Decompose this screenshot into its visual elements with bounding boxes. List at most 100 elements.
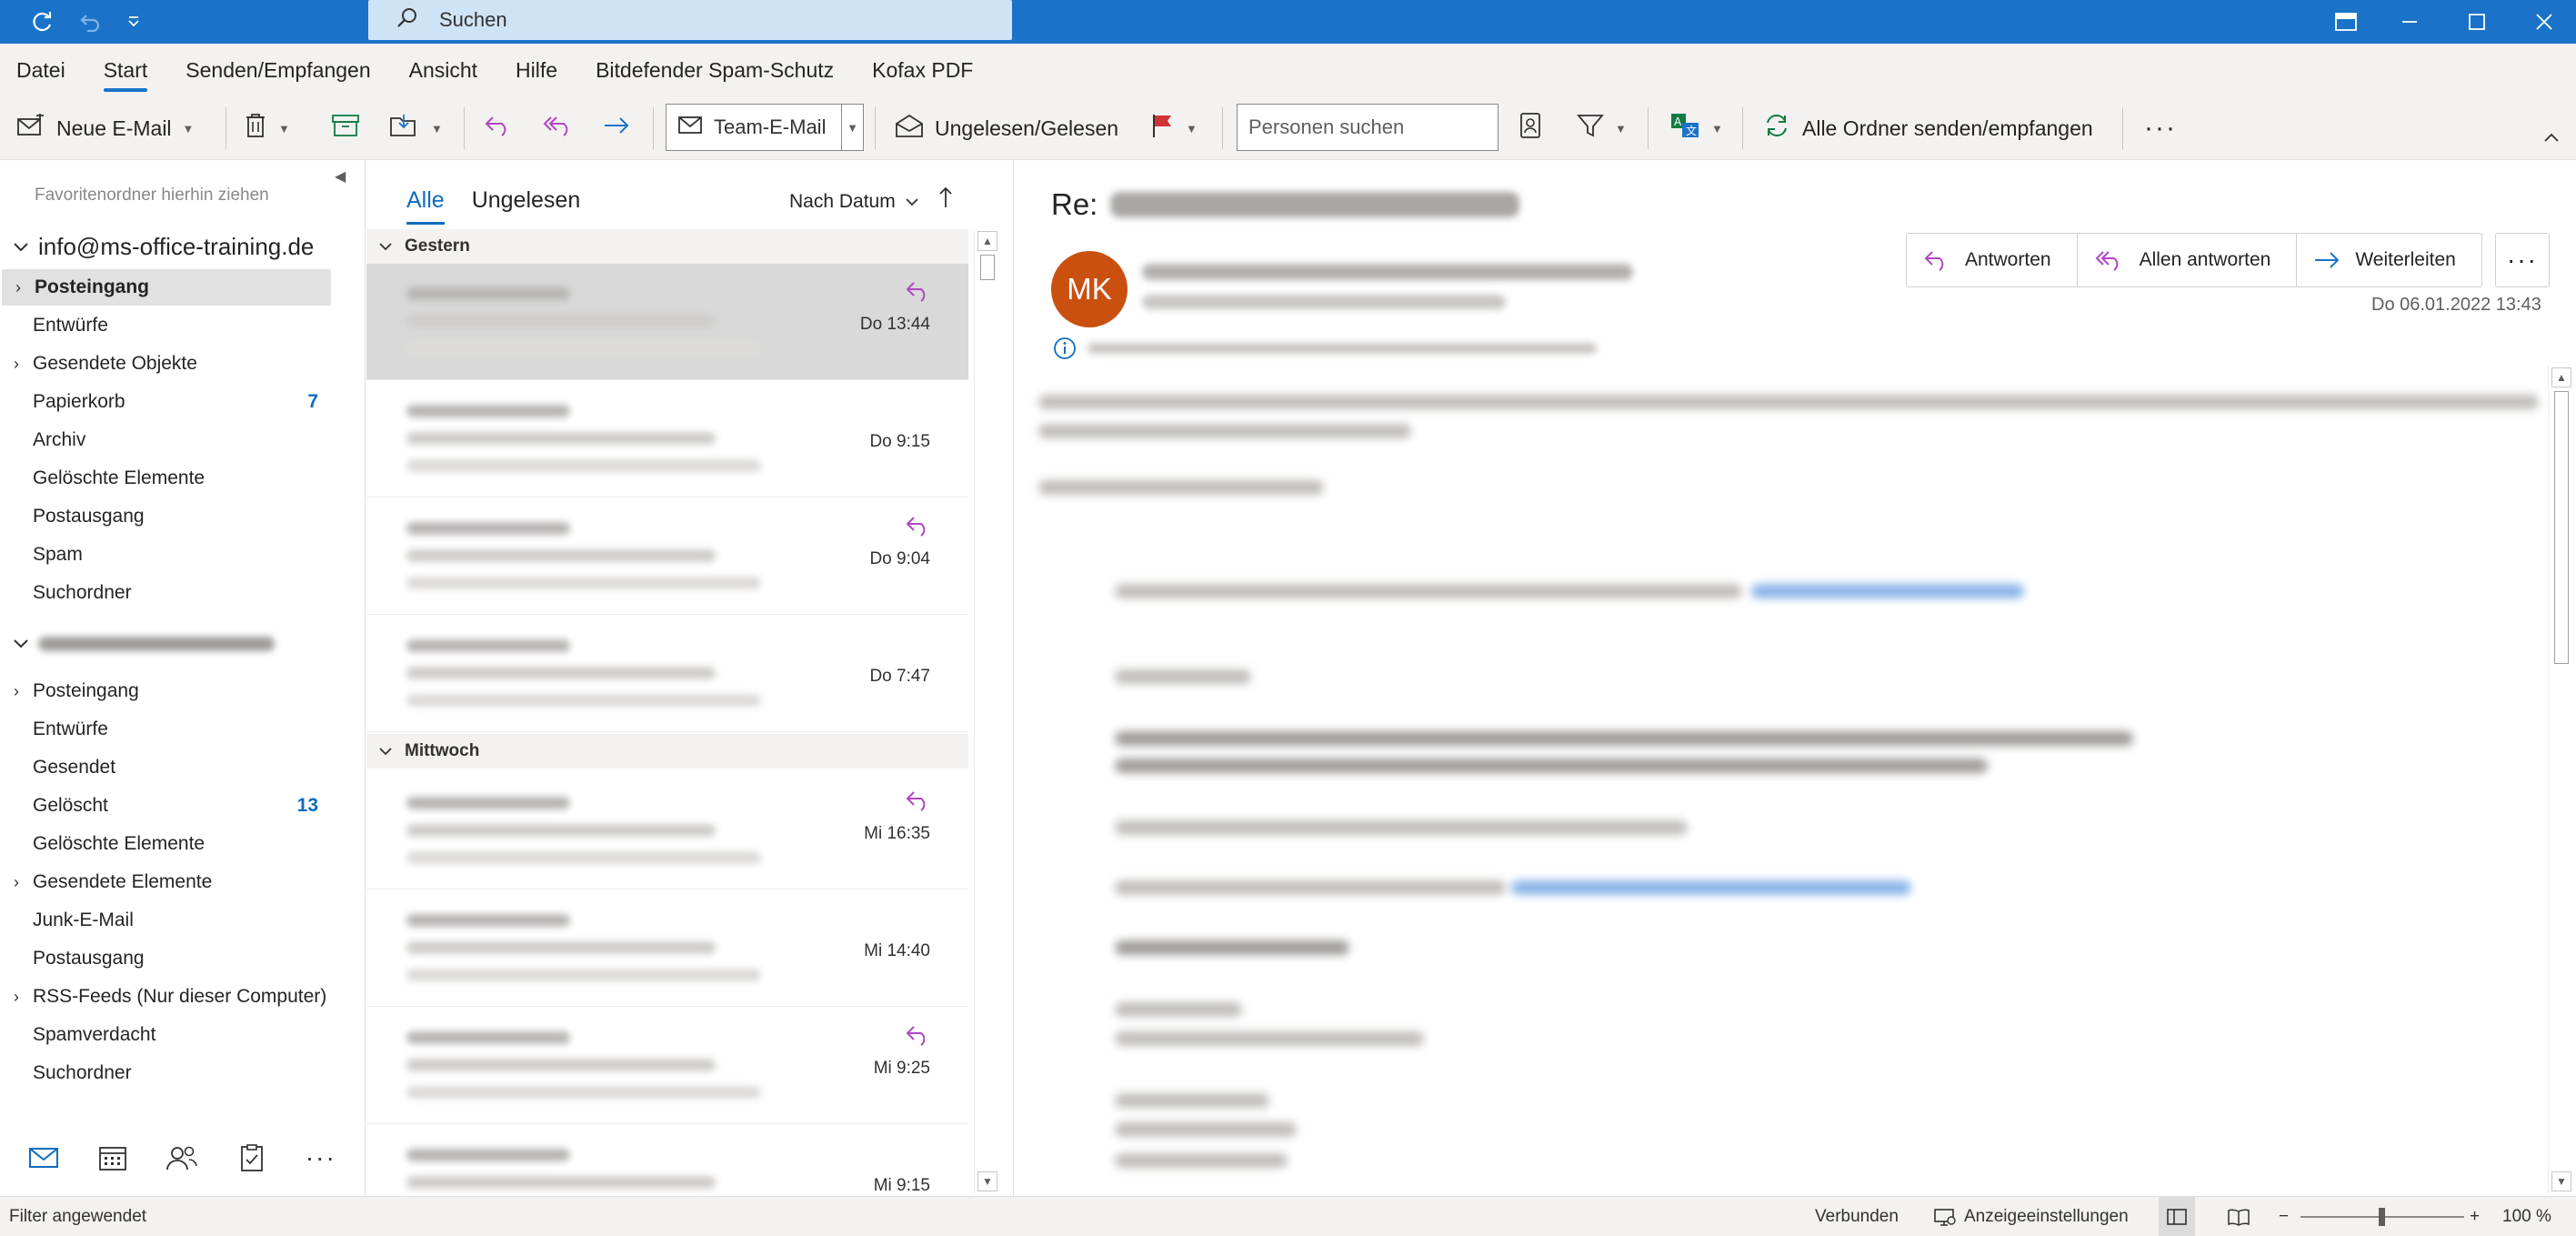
forward-button[interactable]: [602, 104, 631, 153]
message-row[interactable]: Mi 9:25: [366, 1008, 968, 1124]
translate-button[interactable]: A文 ▼: [1669, 104, 1723, 153]
forward-action-button[interactable]: Weiterleiten: [2297, 234, 2481, 286]
maximize-icon[interactable]: [2459, 0, 2495, 44]
close-icon[interactable]: [2526, 0, 2562, 44]
flag-button[interactable]: ▼: [1149, 104, 1198, 153]
avatar[interactable]: MK: [1051, 251, 1128, 327]
send-receive-all-button[interactable]: Alle Ordner senden/empfangen: [1762, 104, 2093, 153]
more-actions-button[interactable]: ···: [2495, 233, 2550, 287]
sync-icon[interactable]: [24, 0, 60, 44]
message-list-scrollbar[interactable]: ▲ ▼: [974, 229, 1001, 1193]
reply-all-action-button[interactable]: Allen antworten: [2078, 234, 2298, 286]
message-row[interactable]: Do 9:15: [366, 381, 968, 497]
sort-direction-icon[interactable]: [937, 186, 954, 216]
scroll-up-icon[interactable]: ▲: [2551, 367, 2571, 387]
quick-steps-dropdown-icon[interactable]: ▼: [841, 105, 863, 150]
scroll-down-icon[interactable]: ▼: [977, 1171, 997, 1191]
reading-view-button[interactable]: [2220, 1197, 2257, 1236]
quick-steps-box[interactable]: Team-E-Mail ▼: [666, 104, 864, 151]
message-row[interactable]: Mi 14:40: [366, 890, 968, 1007]
chevron-right-icon[interactable]: ›: [0, 682, 33, 701]
tasks-icon[interactable]: [225, 1130, 279, 1185]
display-settings-button[interactable]: Anzeigeeinstellungen: [1933, 1197, 2129, 1236]
ribbon-display-options-icon[interactable]: [2328, 0, 2364, 44]
chevron-right-icon[interactable]: ›: [2, 278, 35, 297]
folder-item[interactable]: Junk-E-Mail: [0, 902, 331, 939]
message-row[interactable]: Do 13:44: [366, 264, 968, 380]
folder-item[interactable]: Entwürfe: [0, 711, 331, 748]
folder-item[interactable]: Entwürfe: [0, 307, 331, 344]
collapse-folder-pane-icon[interactable]: ◀: [335, 167, 346, 186]
search-box[interactable]: Suchen: [368, 0, 1012, 40]
reading-pane-scrollbar[interactable]: ▲ ▼: [2548, 366, 2575, 1193]
menu-senden-empfangen[interactable]: Senden/Empfangen: [185, 49, 370, 92]
more-apps-icon[interactable]: ···: [294, 1130, 348, 1185]
people-icon[interactable]: [155, 1130, 209, 1185]
message-row[interactable]: Do 9:04: [366, 498, 968, 615]
mail-icon[interactable]: [16, 1130, 71, 1185]
sort-by-dropdown[interactable]: Nach Datum: [789, 191, 919, 213]
scroll-thumb[interactable]: [980, 255, 995, 280]
minimize-icon[interactable]: [2391, 0, 2428, 44]
message-row[interactable]: Mi 16:35: [366, 773, 968, 889]
menu-hilfe[interactable]: Hilfe: [516, 49, 557, 92]
move-dropdown-icon[interactable]: ▼: [431, 122, 443, 136]
folder-item[interactable]: Suchordner: [0, 1055, 331, 1091]
delete-dropdown-icon[interactable]: ▼: [278, 122, 290, 136]
scroll-down-icon[interactable]: ▼: [2551, 1171, 2571, 1191]
folder-item[interactable]: › Posteingang: [0, 673, 331, 709]
zoom-slider[interactable]: [2300, 1197, 2464, 1236]
folder-item[interactable]: › Gesendete Elemente: [0, 864, 331, 900]
reply-action-button[interactable]: Antworten: [1907, 234, 2078, 286]
delete-button[interactable]: ▼: [244, 104, 290, 153]
menu-start[interactable]: Start: [103, 49, 147, 92]
scroll-up-icon[interactable]: ▲: [977, 231, 997, 251]
flag-dropdown-icon[interactable]: ▼: [1186, 122, 1198, 136]
folder-item[interactable]: Postausgang: [0, 498, 331, 535]
chevron-right-icon[interactable]: ›: [0, 355, 33, 374]
zoom-slider-thumb[interactable]: [2379, 1208, 2385, 1226]
account-header-2[interactable]: [13, 637, 275, 651]
new-email-button[interactable]: Neue E-Mail ▼: [16, 104, 194, 153]
normal-view-button[interactable]: [2159, 1197, 2195, 1236]
folder-item[interactable]: Gelöschte Elemente: [0, 826, 331, 862]
unread-read-button[interactable]: Ungelesen/Gelesen: [895, 104, 1118, 153]
folder-item[interactable]: Postausgang: [0, 940, 331, 977]
folder-item[interactable]: Gesendet: [0, 749, 331, 786]
folder-item[interactable]: › RSS-Feeds (Nur dieser Computer): [0, 979, 331, 1015]
collapse-ribbon-icon[interactable]: [2542, 124, 2561, 151]
chevron-right-icon[interactable]: ›: [0, 988, 33, 1007]
people-search-input[interactable]: Personen suchen: [1237, 104, 1498, 151]
zoom-out-icon[interactable]: −: [2279, 1197, 2289, 1236]
folder-item[interactable]: Gelöschte Elemente: [0, 460, 331, 497]
folder-item[interactable]: Spam: [0, 537, 331, 573]
translate-dropdown-icon[interactable]: ▼: [1711, 122, 1723, 136]
folder-item[interactable]: Papierkorb 7: [0, 384, 331, 420]
menu-ansicht[interactable]: Ansicht: [409, 49, 477, 92]
filter-email-button[interactable]: ▼: [1577, 104, 1627, 153]
filter-dropdown-icon[interactable]: ▼: [1615, 122, 1627, 136]
tab-all[interactable]: Alle: [406, 187, 445, 225]
reply-all-button[interactable]: [542, 104, 575, 153]
folder-item[interactable]: Archiv: [0, 422, 331, 458]
date-group-header[interactable]: Gestern: [366, 229, 968, 264]
ribbon-more-button[interactable]: ···: [2144, 104, 2177, 153]
calendar-icon[interactable]: [85, 1130, 140, 1185]
menu-bitdefender[interactable]: Bitdefender Spam-Schutz: [596, 49, 834, 92]
quick-access-dropdown-icon[interactable]: [120, 0, 147, 44]
folder-item[interactable]: › Posteingang: [2, 269, 331, 306]
folder-item[interactable]: › Gesendete Objekte: [0, 346, 331, 382]
zoom-in-icon[interactable]: +: [2470, 1197, 2480, 1236]
date-group-header[interactable]: Mittwoch: [366, 734, 968, 769]
address-book-button[interactable]: [1519, 104, 1542, 153]
menu-kofax-pdf[interactable]: Kofax PDF: [872, 49, 973, 92]
scroll-thumb[interactable]: [2554, 391, 2569, 664]
reply-button[interactable]: [484, 104, 513, 153]
menu-datei[interactable]: Datei: [16, 49, 65, 92]
move-button[interactable]: ▼: [389, 104, 443, 153]
undo-icon[interactable]: [71, 0, 107, 44]
folder-item[interactable]: Spamverdacht: [0, 1017, 331, 1053]
archive-button[interactable]: [331, 104, 360, 153]
message-row[interactable]: Do 7:47: [366, 616, 968, 732]
folder-item[interactable]: Gelöscht 13: [0, 788, 331, 824]
